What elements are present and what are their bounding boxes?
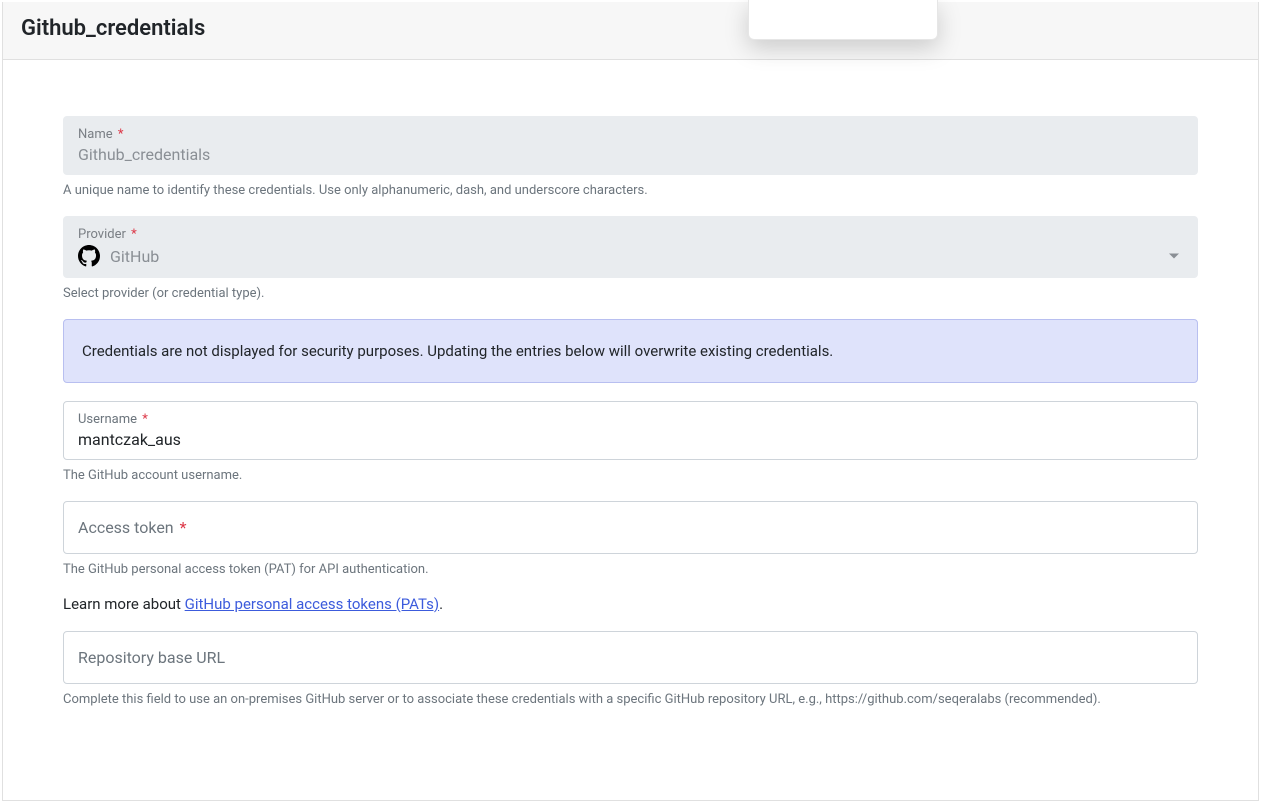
provider-select: Provider * GitHub — [63, 216, 1198, 278]
username-help: The GitHub account username. — [63, 468, 1198, 483]
chevron-down-icon — [1169, 254, 1179, 259]
repo-url-field-block: Repository base URL Complete this field … — [63, 631, 1198, 707]
access-token-field-block: Access token * The GitHub personal acces… — [63, 501, 1198, 577]
access-token-label: Access token * — [78, 512, 1183, 543]
provider-value-row: GitHub — [78, 245, 1183, 267]
access-token-help: The GitHub personal access token (PAT) f… — [63, 562, 1198, 577]
page-wrapper: Github_credentials Name * A unique name … — [2, 2, 1259, 801]
floating-badge — [748, 0, 938, 40]
page-header: Github_credentials — [3, 2, 1258, 60]
username-field[interactable]: Username * — [63, 401, 1198, 460]
name-field: Name * — [63, 116, 1198, 175]
required-star: * — [118, 127, 124, 142]
provider-help: Select provider (or credential type). — [63, 286, 1198, 301]
username-input[interactable] — [78, 430, 1183, 449]
repo-url-field[interactable]: Repository base URL — [63, 631, 1198, 684]
name-help: A unique name to identify these credenti… — [63, 183, 1198, 198]
github-icon — [78, 245, 100, 267]
required-star: * — [131, 227, 137, 242]
name-field-block: Name * A unique name to identify these c… — [63, 116, 1198, 198]
learn-more-text: Learn more about GitHub personal access … — [63, 595, 1198, 613]
username-label: Username * — [78, 412, 1183, 427]
access-token-field[interactable]: Access token * — [63, 501, 1198, 554]
username-field-block: Username * The GitHub account username. — [63, 401, 1198, 483]
provider-label: Provider * — [78, 227, 1183, 242]
page-title: Github_credentials — [21, 16, 1240, 41]
form-content: Name * A unique name to identify these c… — [3, 60, 1258, 755]
required-star: * — [142, 412, 148, 427]
pat-docs-link[interactable]: GitHub personal access tokens (PATs) — [185, 595, 439, 613]
repo-url-help: Complete this field to use an on-premise… — [63, 692, 1198, 707]
provider-value: GitHub — [110, 247, 159, 266]
required-star: * — [180, 518, 187, 537]
provider-field-block: Provider * GitHub Select provider (or cr… — [63, 216, 1198, 301]
repo-url-label: Repository base URL — [78, 642, 1183, 673]
name-input — [78, 145, 1183, 164]
security-banner: Credentials are not displayed for securi… — [63, 319, 1198, 383]
name-label: Name * — [78, 127, 1183, 142]
